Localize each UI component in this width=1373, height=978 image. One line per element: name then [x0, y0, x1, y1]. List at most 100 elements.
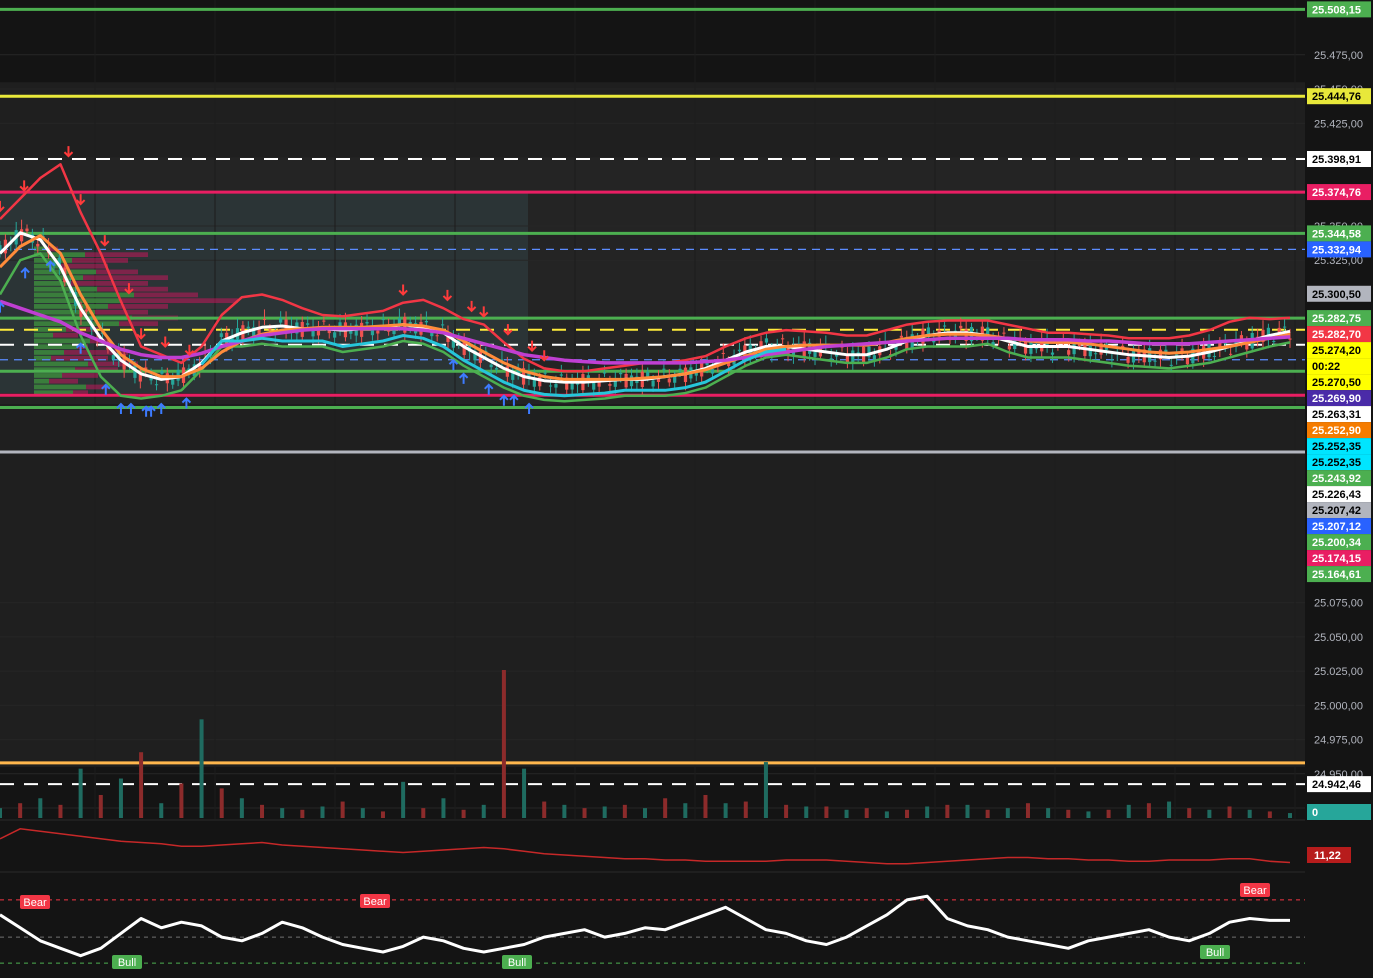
- candle-body: [424, 321, 429, 323]
- candle-body: [1002, 332, 1006, 334]
- price-label-text: 25.226,43: [1312, 489, 1361, 501]
- candle-body: [559, 374, 563, 376]
- candle-body: [1153, 360, 1157, 362]
- price-label-text: 25.374,76: [1312, 187, 1361, 199]
- candle-body: [25, 228, 29, 232]
- volume-bar: [1025, 803, 1030, 818]
- candle-body: [279, 318, 283, 323]
- price-label-text: 00:22: [1312, 361, 1340, 373]
- price-label-text: 25.270,50: [1312, 377, 1361, 389]
- volume-bar: [1167, 801, 1172, 818]
- price-label: 25.374,76: [1307, 184, 1371, 201]
- price-axis-tick: 25.000,00: [1314, 700, 1363, 712]
- price-label-text: 25.282,75: [1312, 313, 1361, 325]
- volume-bar: [763, 762, 768, 818]
- price-label: 25.207,12: [1307, 518, 1371, 535]
- volume-bar: [784, 804, 789, 818]
- candle-body: [1169, 364, 1173, 366]
- bull-label: Bull: [502, 955, 532, 969]
- price-label-text: 25.207,12: [1312, 521, 1361, 533]
- price-label-text: 24.942,46: [1312, 779, 1361, 791]
- candle-body: [316, 330, 321, 336]
- price-label-text: 25.164,61: [1312, 569, 1361, 581]
- price-label: 25.174,15: [1307, 550, 1371, 567]
- candle-body: [608, 384, 612, 386]
- price-axis-tick: 25.475,00: [1314, 50, 1363, 62]
- price-label: 25.444,76: [1307, 88, 1371, 105]
- volume-profile-bar-sell: [119, 321, 158, 327]
- candle-body: [737, 349, 742, 352]
- price-label: 25.274,20: [1307, 342, 1371, 359]
- volume-bar: [179, 783, 184, 818]
- price-label: 00:22: [1307, 358, 1371, 375]
- price-label: 25.332,94: [1307, 241, 1371, 258]
- price-label-text: 25.398,91: [1312, 154, 1361, 166]
- chart-svg[interactable]: 40,0080,0059,1049,8640,00BearBearBearBul…: [0, 0, 1373, 973]
- candle-body: [651, 380, 655, 387]
- volume-bar: [622, 804, 627, 818]
- volume-profile-bar-sell: [95, 309, 148, 315]
- volume-bar: [1227, 806, 1232, 818]
- bear-label: Bear: [1240, 883, 1270, 897]
- volume-profile-bar-sell: [96, 269, 138, 275]
- volume-profile-bar-sell: [72, 258, 128, 263]
- price-label: 25.300,50: [1307, 285, 1371, 302]
- price-axis-tick: 25.025,00: [1314, 666, 1363, 678]
- price-label-text: 25.344,58: [1312, 228, 1361, 240]
- volume-bar: [1288, 813, 1292, 818]
- price-label: 25.344,58: [1307, 225, 1371, 242]
- volume-bar: [985, 809, 990, 818]
- volume-bar: [1066, 809, 1071, 818]
- candle-body: [84, 309, 88, 312]
- volume-bar: [1267, 811, 1272, 818]
- candle-body: [1185, 357, 1190, 365]
- label-text: Bull: [508, 957, 526, 969]
- candle-body: [376, 330, 380, 334]
- price-label: 25.207,42: [1307, 502, 1371, 519]
- candle-body: [613, 381, 617, 387]
- candle-body: [1212, 355, 1217, 357]
- bull-label: Bull: [112, 955, 142, 969]
- volume-bar: [602, 806, 607, 818]
- candle-body: [435, 335, 439, 337]
- volume-bar: [643, 808, 647, 818]
- candle-body: [1283, 326, 1287, 328]
- candle-body: [781, 338, 785, 340]
- price-label-text: 25.252,90: [1312, 425, 1361, 437]
- label-text: Bear: [363, 896, 387, 908]
- volume-profile-bar-sell: [121, 298, 238, 304]
- chart-root[interactable]: 40,0080,0059,1049,8640,00BearBearBearBul…: [0, 0, 1373, 973]
- candle-body: [36, 243, 40, 247]
- price-label: 25.270,50: [1307, 374, 1371, 391]
- price-label: 0: [1307, 804, 1371, 820]
- candle-body: [1007, 346, 1011, 350]
- volume-bar: [1146, 803, 1151, 818]
- candle-body: [268, 328, 272, 330]
- candle-body: [602, 372, 607, 374]
- volume-bar: [360, 808, 365, 818]
- price-label-text: 25.282,70: [1312, 329, 1361, 341]
- price-label-text: 25.252,35: [1312, 457, 1361, 469]
- volume-bar: [1005, 808, 1010, 818]
- volume-bar: [522, 768, 527, 818]
- price-axis-tick: 24.975,00: [1314, 735, 1363, 747]
- bear-label: Bear: [360, 894, 390, 908]
- candle-body: [1094, 353, 1098, 355]
- bear-label: Bear: [20, 895, 50, 909]
- volume-profile-bar-sell: [53, 332, 78, 338]
- price-label: 25.263,31: [1307, 406, 1371, 423]
- volume-profile-bar-buy: [34, 332, 53, 338]
- volume-bar: [461, 809, 466, 818]
- volume-profile-bar-buy: [34, 373, 62, 378]
- candle-body: [171, 379, 175, 385]
- volume-bar: [1187, 808, 1192, 818]
- volume-profile-bar-buy: [34, 378, 49, 384]
- volume-profile-bar-sell: [134, 292, 198, 298]
- candle-body: [899, 335, 903, 338]
- price-label: 25.282,70: [1307, 326, 1371, 343]
- volume-bar: [905, 809, 910, 818]
- candle-body: [494, 368, 499, 370]
- candle-body: [111, 355, 115, 360]
- price-label: 25.252,35: [1307, 454, 1371, 471]
- candle-body: [554, 383, 558, 388]
